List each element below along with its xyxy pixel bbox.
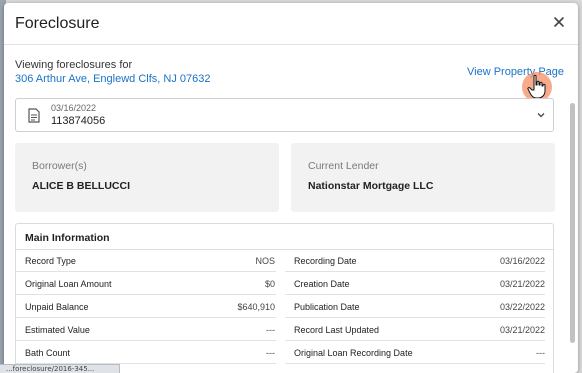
info-row: Record Type NOS [16,249,276,272]
row-label: Estimated Value [25,325,90,335]
close-icon[interactable] [552,15,566,29]
foreclosure-modal: Foreclosure Viewing foreclosures for 306… [4,3,578,373]
scrollbar-thumb[interactable] [570,103,575,343]
info-row: Record Last Updated 03/21/2022 [285,318,545,341]
address-link[interactable]: 306 Arthur Ave, Englewd Clfs, NJ 07632 [15,73,210,85]
row-value: 03/21/2022 [499,279,545,289]
modal-title: Foreclosure [15,15,100,32]
row-label: Recording Date [294,256,357,266]
view-property-page-link[interactable]: View Property Page [467,66,564,78]
row-label: Original Loan Recording Date [294,348,413,358]
main-information-section: Main Information Record Type NOS Origina… [15,223,554,373]
info-row: Original Loan Recording Date --- [285,341,545,364]
info-row: Recording Date 03/16/2022 [285,249,545,272]
modal-body: Viewing foreclosures for 306 Arthur Ave,… [4,46,578,373]
row-value: --- [266,325,275,335]
info-row: Estimated Value --- [16,318,276,341]
row-value: --- [536,348,545,358]
modal-header: Foreclosure [4,3,578,45]
chevron-down-icon[interactable] [537,112,545,118]
document-icon [28,108,40,123]
record-number: 113874056 [51,115,106,127]
lender-label: Current Lender [308,160,379,172]
borrower-label: Borrower(s) [32,160,87,172]
row-value: NOS [255,256,275,266]
borrower-value: ALICE B BELLUCCI [32,180,130,192]
row-label: Unpaid Balance [25,302,89,312]
row-label: Publication Date [294,302,360,312]
row-label: Record Type [25,256,76,266]
row-value: $0 [264,279,275,289]
hand-pointer-icon [527,74,546,99]
viewing-label: Viewing foreclosures for [15,59,133,71]
info-row: Bath Count --- [16,341,276,364]
info-row: Creation Date 03/21/2022 [285,272,545,295]
row-label: Bath Count [25,348,71,358]
right-column: Recording Date 03/16/2022 Creation Date … [285,249,545,364]
row-value: 03/22/2022 [499,302,545,312]
info-row: Original Loan Amount $0 [16,272,276,295]
row-label: Original Loan Amount [25,279,112,289]
lender-value: Nationstar Mortgage LLC [308,180,434,192]
browser-status-bar: ...foreclosure/2016-345... [0,364,120,373]
row-label: Record Last Updated [294,325,380,335]
row-label: Creation Date [294,279,350,289]
info-row: Unpaid Balance $640,910 [16,295,276,318]
lender-card: Current Lender Nationstar Mortgage LLC [291,143,555,212]
record-date: 03/16/2022 [51,103,97,113]
row-value: --- [266,348,275,358]
row-value: $640,910 [237,302,275,312]
row-value: 03/16/2022 [499,256,545,266]
record-selector[interactable]: 03/16/2022 113874056 [15,98,554,132]
borrower-card: Borrower(s) ALICE B BELLUCCI [15,143,279,212]
left-column: Record Type NOS Original Loan Amount $0 … [16,249,276,364]
section-title: Main Information [25,232,110,244]
info-row: Publication Date 03/22/2022 [285,295,545,318]
row-value: 03/21/2022 [499,325,545,335]
